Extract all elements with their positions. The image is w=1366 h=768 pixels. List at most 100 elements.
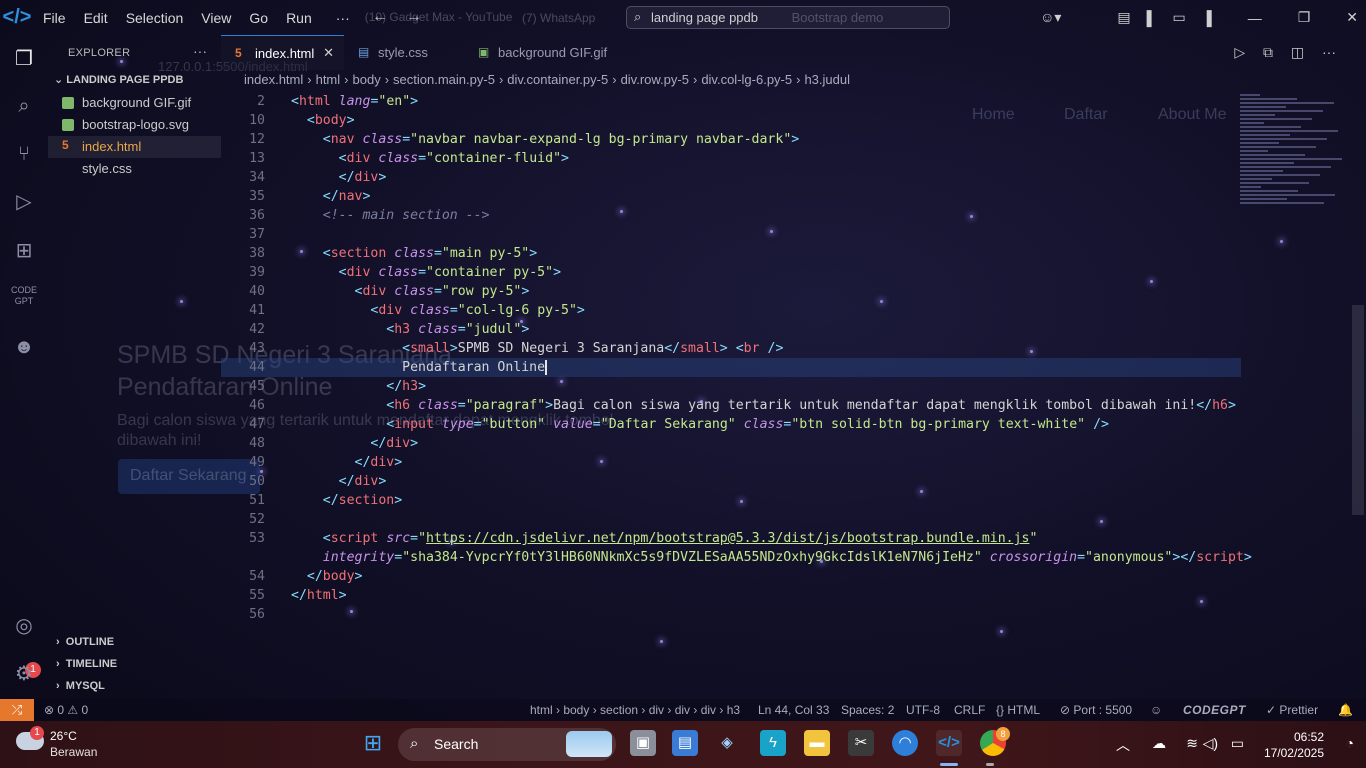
workspace-folder[interactable]: ⌄ LANDING PAGE PPDB [54,73,183,86]
outline-section[interactable]: › OUTLINE [56,636,114,648]
code-line[interactable]: 41 <div class="col-lg-6 py-5"> [221,301,1241,320]
code-line[interactable]: 50 </div> [221,472,1241,491]
open-preview-icon[interactable]: ⧉ [1263,44,1273,60]
code-line[interactable]: 51 </section> [221,491,1241,510]
taskbar-search[interactable]: ⌕ Search [398,728,616,761]
remote-indicator-icon[interactable]: ⤮ [0,699,34,721]
mysql-section[interactable]: › MYSQL [56,680,105,692]
file-style-css[interactable]: style.css [48,158,221,180]
breadcrumb-item[interactable]: body [353,72,381,87]
code-line[interactable]: 52 [221,510,1241,529]
snipping-tool-icon[interactable]: ✂ [848,730,874,756]
toggle-panel-icon[interactable]: ▭ [1165,9,1194,26]
vscode-taskbar-icon[interactable]: </> [936,730,962,756]
code-line[interactable]: 47 <input type="button" value="Daftar Se… [221,415,1241,434]
split-editor-icon[interactable]: ◫ [1291,44,1304,60]
breadcrumb-item[interactable]: div.container.py-5 [507,72,608,87]
breadcrumb-item[interactable]: div.row.py-5 [621,72,689,87]
settings-gear-icon[interactable]: ⚙ [10,660,38,688]
timeline-section[interactable]: › TIMELINE [56,658,117,670]
bluetooth-icon[interactable]: ◠ [892,730,918,756]
clock[interactable]: 06:52 17/02/2025 [1264,729,1324,761]
file-bootstrap-logo[interactable]: bootstrap-logo.svg [48,114,221,136]
tab-style-css[interactable]: ▤ style.css [344,35,464,70]
close-window-button[interactable]: ✕ [1338,9,1366,26]
code-line[interactable]: 10 <body> [221,111,1241,130]
breadcrumb-item[interactable]: index.html [244,72,303,87]
code-line[interactable]: 35 </nav> [221,187,1241,206]
notifications-bell-icon[interactable]: 🔔 [1338,703,1353,717]
code-line[interactable]: 43 <small>SPMB SD Negeri 3 Saranjana</sm… [221,339,1241,358]
code-line[interactable]: 36 <!-- main section --> [221,206,1241,225]
onedrive-icon[interactable]: ☁ [1152,735,1166,752]
copilot-status-icon[interactable]: ☺ [1150,703,1162,717]
live-server-port[interactable]: ⊘ Port : 5500 [1060,703,1132,717]
problems-indicator[interactable]: ⊗ 0 ⚠ 0 [44,703,88,717]
wifi-icon[interactable]: ≋ [1186,735,1198,752]
file-index-html[interactable]: 5 index.html [48,136,221,158]
code-line[interactable]: 13 <div class="container-fluid"> [221,149,1241,168]
command-center-search[interactable]: ⌕ landing page ppdb Bootstrap demo [626,6,950,29]
more-actions-icon[interactable]: ··· [1322,44,1336,60]
encoding[interactable]: UTF-8 [906,703,940,717]
language-mode[interactable]: {} HTML [996,703,1040,717]
forward-arrow-icon[interactable]: → [406,8,422,25]
code-line[interactable]: 39 <div class="container py-5"> [221,263,1241,282]
alien-icon[interactable]: ☻ [10,333,38,361]
menu-more-button[interactable]: ··· [327,10,359,26]
search-icon[interactable]: ⌕ [10,92,38,120]
code-line[interactable]: integrity="sha384-YvpcrYf0tY3lHB60NNkmXc… [221,548,1252,567]
account-icon[interactable]: ◎ [10,612,38,640]
file-background-gif[interactable]: background GIF.gif [48,92,221,114]
code-line[interactable]: 12 <nav class="navbar navbar-expand-lg b… [221,130,1241,149]
volume-icon[interactable]: ◁) [1203,735,1218,752]
toggle-secondary-sidebar-icon[interactable]: ▐ [1194,10,1220,26]
battery-icon[interactable]: ▭ [1231,735,1244,752]
menu-file[interactable]: File [34,10,75,26]
extensions-icon[interactable]: ⊞ [10,237,38,265]
toggle-sidebar-icon[interactable]: ▌ [1139,10,1165,26]
explorer-icon[interactable]: ❐ [10,45,38,73]
code-line[interactable]: 53 <script src="https://cdn.jsdelivr.net… [221,529,1241,548]
minimap[interactable] [1240,92,1350,212]
chevron-up-icon[interactable]: ︿ [1116,735,1130,755]
minimize-button[interactable]: — [1240,10,1270,26]
code-line[interactable]: 38 <section class="main py-5"> [221,244,1241,263]
layout-panel-icon[interactable]: ▤ [1109,9,1138,26]
notification-icon[interactable]: ◔ [1346,735,1354,751]
copilot-icon[interactable]: ☺▾ [1032,9,1069,26]
breadcrumb-item[interactable]: h3.judul [804,72,850,87]
cursor-position[interactable]: Ln 44, Col 33 [758,703,829,717]
menu-go[interactable]: Go [240,10,277,26]
breadcrumb-item[interactable]: html [316,72,341,87]
menu-view[interactable]: View [192,10,240,26]
code-line[interactable]: 42 <h3 class="judul"> [221,320,1241,339]
code-line[interactable]: 45 </h3> [221,377,1241,396]
code-line[interactable]: 2 <html lang="en"> [221,92,1241,111]
indentation[interactable]: Spaces: 2 [841,703,894,717]
file-explorer-icon[interactable]: ▬ [804,730,830,756]
windows-start-icon[interactable]: ⊞ [360,730,386,756]
thunder-app-icon[interactable]: ϟ [760,730,786,756]
explorer-more-button[interactable]: ··· [193,43,207,59]
code-line[interactable]: 40 <div class="row py-5"> [221,282,1241,301]
virtualbox-icon[interactable]: ◈ [714,730,740,756]
code-line[interactable]: 55 </html> [221,586,1241,605]
menu-edit[interactable]: Edit [75,10,117,26]
tab-index-html[interactable]: 5 index.html ✕ [221,35,344,70]
code-line[interactable]: 54 </body> [221,567,1241,586]
back-arrow-icon[interactable]: ← [372,8,388,25]
code-line[interactable]: 46 <h6 class="paragraf">Bagi calon siswa… [221,396,1241,415]
codegpt-icon[interactable]: CODE GPT [10,285,38,313]
close-icon[interactable]: ✕ [323,45,334,61]
run-debug-icon[interactable]: ▷ [10,188,38,216]
codegpt-status[interactable]: CODEGPT [1183,703,1246,717]
run-icon[interactable]: ▷ [1234,44,1245,60]
code-line[interactable]: 34 </div> [221,168,1241,187]
prettier-status[interactable]: ✓ Prettier [1266,703,1318,717]
editor-scrollbar[interactable] [1352,305,1364,515]
line-endings[interactable]: CRLF [954,703,985,717]
code-line[interactable]: 56 [221,605,1241,624]
task-view-icon[interactable]: ▣ [630,730,656,756]
menu-run[interactable]: Run [277,10,321,26]
